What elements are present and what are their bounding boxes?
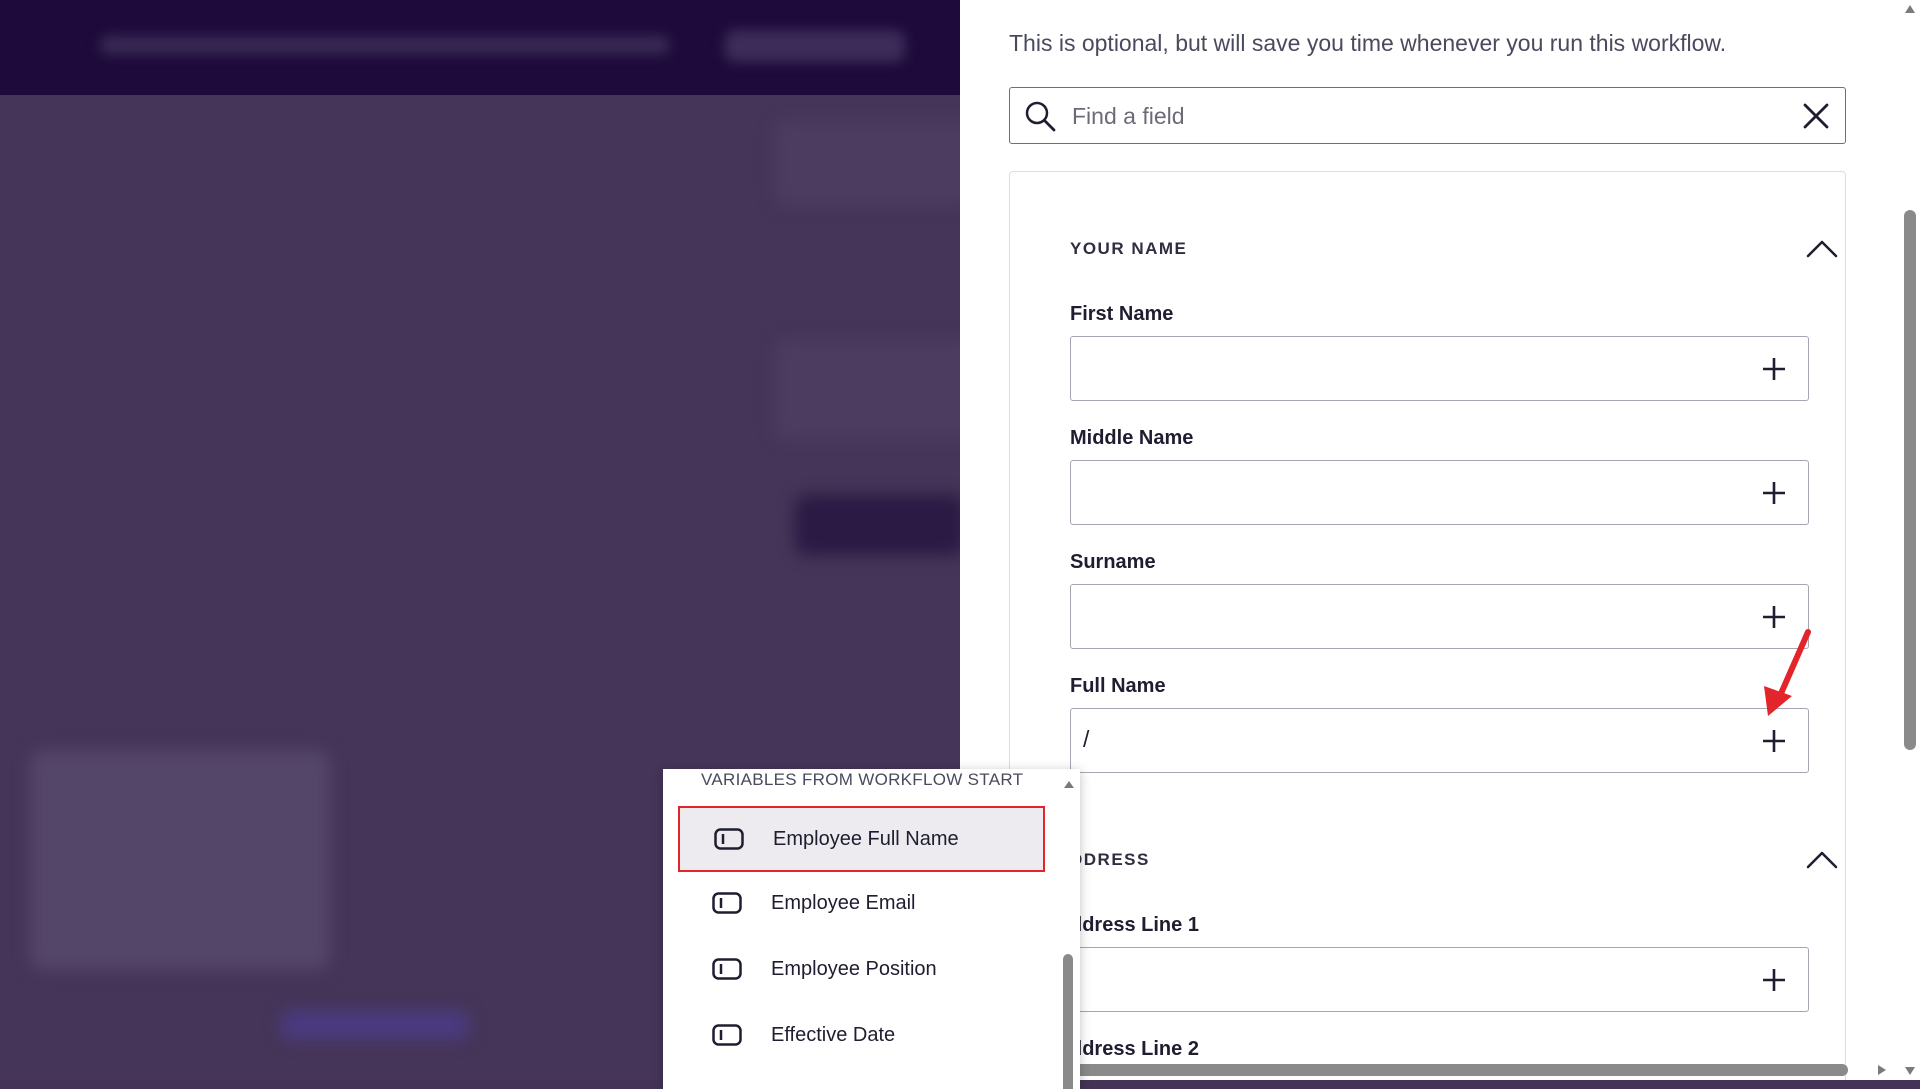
background-card-blur — [775, 120, 960, 205]
plus-icon[interactable] — [1762, 481, 1786, 505]
dropdown-header: VARIABLES FROM WORKFLOW START — [701, 770, 1024, 789]
dropdown-item-label: Effective Date — [771, 1024, 896, 1046]
background-button-blur — [725, 30, 905, 62]
scrollbar-thumb[interactable] — [1904, 210, 1916, 750]
field-label-first-name: First Name — [1070, 303, 1174, 325]
background-link-blur — [280, 1010, 470, 1040]
scroll-down-arrow-icon[interactable] — [1905, 1067, 1915, 1075]
scroll-right-arrow-icon[interactable] — [1878, 1065, 1886, 1075]
field-input-middle-name[interactable] — [1070, 460, 1809, 525]
chevron-up-icon[interactable] — [1805, 236, 1839, 260]
panel-hint-text: This is optional, but will save you time… — [1009, 30, 1727, 56]
field-input-full-name[interactable]: / — [1070, 708, 1809, 773]
scrollbar-thumb[interactable] — [1060, 1064, 1848, 1076]
variable-icon — [714, 828, 744, 850]
dropdown-item-effective-date[interactable]: Effective Date — [678, 1004, 1045, 1070]
background-title-blur — [100, 36, 670, 54]
background-panel-blur — [30, 750, 330, 970]
find-field-input[interactable] — [1070, 96, 1774, 136]
section-title-your-name: YOUR NAME — [1070, 239, 1188, 258]
dropdown-item-label: Employee Position — [771, 958, 937, 980]
dropdown-item-label: Employee Email — [771, 892, 916, 914]
scroll-up-arrow-icon[interactable] — [1064, 781, 1074, 788]
field-label-middle-name: Middle Name — [1070, 427, 1194, 449]
dropdown-scrollbar[interactable] — [1058, 769, 1080, 1089]
dropdown-item-employee-email[interactable]: Employee Email — [678, 872, 1045, 938]
field-input-address-line-1[interactable] — [1070, 947, 1809, 1012]
dropdown-item-label: Employee Full Name — [773, 828, 959, 850]
fields-container: YOUR NAME First Name Middle Name Surname… — [1009, 171, 1846, 1080]
scrollbar-thumb[interactable] — [1063, 954, 1073, 1089]
field-input-surname[interactable] — [1070, 584, 1809, 649]
background-card-blur — [775, 340, 960, 440]
find-field-search[interactable] — [1009, 87, 1846, 144]
variable-icon — [712, 892, 742, 914]
panel-vertical-scrollbar[interactable] — [1900, 0, 1920, 1080]
close-icon[interactable] — [1801, 101, 1831, 131]
field-value: / — [1083, 726, 1090, 752]
panel-horizontal-scrollbar[interactable] — [1060, 1060, 1900, 1080]
field-label-surname: Surname — [1070, 551, 1156, 573]
plus-icon[interactable] — [1762, 605, 1786, 629]
scroll-up-arrow-icon[interactable] — [1905, 5, 1915, 13]
variable-icon — [712, 1024, 742, 1046]
variables-dropdown: VARIABLES FROM WORKFLOW START Employee F… — [663, 769, 1080, 1089]
dropdown-item-employee-full-name[interactable]: Employee Full Name — [678, 806, 1045, 872]
background-button-blur — [795, 495, 960, 555]
section-title-address: DDRESS — [1070, 850, 1150, 869]
field-label-full-name: Full Name — [1070, 675, 1166, 697]
field-label-address-line-2: ddress Line 2 — [1070, 1038, 1199, 1060]
field-label-address-line-1: ddress Line 1 — [1070, 914, 1199, 936]
chevron-up-icon[interactable] — [1805, 847, 1839, 871]
search-icon — [1025, 101, 1056, 132]
plus-icon[interactable] — [1762, 968, 1786, 992]
plus-icon[interactable] — [1762, 729, 1786, 753]
field-input-first-name[interactable] — [1070, 336, 1809, 401]
dropdown-item-employee-position[interactable]: Employee Position — [678, 938, 1045, 1004]
field-mapping-panel: This is optional, but will save you time… — [960, 0, 1920, 1080]
plus-icon[interactable] — [1762, 357, 1786, 381]
variable-icon — [712, 958, 742, 980]
